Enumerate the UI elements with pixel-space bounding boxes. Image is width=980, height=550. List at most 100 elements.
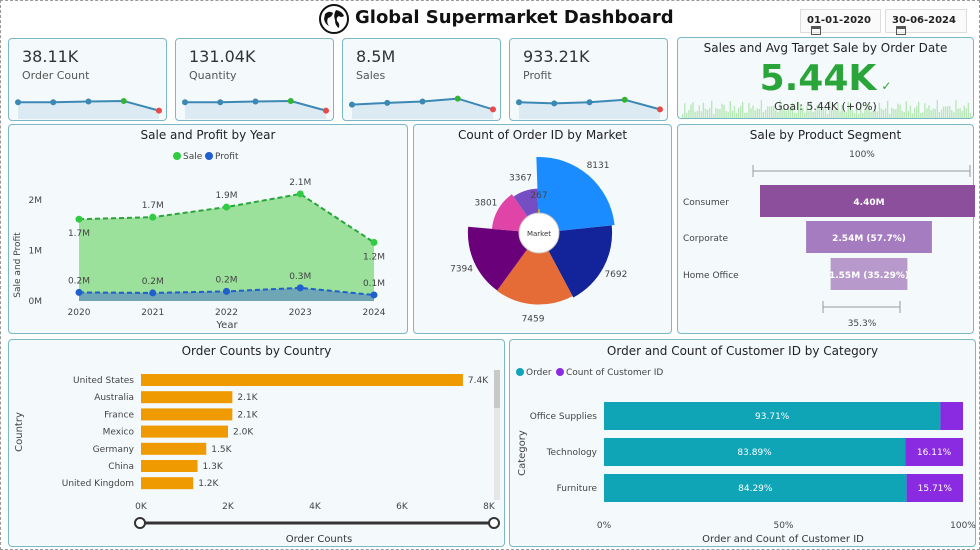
end-date-value: 30-06-2024	[892, 15, 956, 26]
profit-data-label: 0.3M	[289, 272, 311, 282]
sparkline-point	[516, 99, 522, 106]
target-bg-bar	[744, 112, 746, 118]
country-label: China	[108, 462, 134, 472]
sparkline	[15, 98, 162, 119]
target-bg-bar	[853, 113, 856, 118]
target-bg-bar	[713, 113, 715, 118]
category-stacked-bar-chart: Order Count of Customer ID Category Orde…	[516, 368, 976, 545]
country-label: France	[104, 410, 134, 420]
profit-data-label: 0.2M	[215, 275, 237, 285]
category-label: Office Supplies	[530, 412, 598, 422]
sparkline-point	[586, 99, 593, 106]
profit-data-label: 0.2M	[142, 277, 164, 287]
sparkline-point	[419, 98, 426, 105]
y-axis-title: Country	[14, 412, 25, 452]
y-axis-title: Category	[517, 430, 528, 476]
kpi-card-sales[interactable]: 8.5M Sales	[342, 38, 501, 121]
country-bar	[141, 477, 194, 490]
segment-bar-label: 1.55M (35.29%)	[829, 271, 909, 281]
sale-data-label: 1.9M	[215, 191, 237, 201]
country-value-label: 2.1K	[237, 410, 258, 420]
segment-chart-card[interactable]: Sale by Product Segment 100% 35.3% 4.40M…	[677, 124, 975, 334]
x-tick-label: 0%	[597, 521, 612, 531]
sale-data-label: 2.1M	[289, 178, 311, 188]
calendar-icon	[896, 26, 906, 35]
target-bg-bar	[795, 112, 798, 118]
legend-profit-label: Profit	[215, 152, 239, 162]
target-bg-bar	[804, 112, 806, 118]
globe-icon	[319, 4, 349, 34]
funnel-top-label: 100%	[849, 150, 875, 160]
target-kpi-card[interactable]: Sales and Avg Target Sale by Order Date …	[677, 37, 974, 119]
legend-order-marker	[516, 368, 524, 376]
kpi-card-profit[interactable]: 933.21K Profit	[509, 38, 668, 121]
category-chart-card[interactable]: Order and Count of Customer ID by Catego…	[509, 339, 976, 547]
x-tick-label: 2021	[141, 308, 164, 318]
market-slice-label: 267	[530, 191, 547, 201]
x-axis-title: Year	[215, 320, 238, 331]
target-bg-bar	[826, 113, 829, 118]
calendar-icon	[811, 26, 821, 35]
market-rose-chart: 8131 7692 7459 7394 3801 3367 267 Market	[450, 157, 627, 324]
country-value-label: 1.2K	[198, 479, 219, 489]
market-chart-card[interactable]: Count of Order ID by Market 8131 7692 7459…	[413, 124, 672, 334]
kpi-card-order-count[interactable]: 38.11K Order Count	[8, 38, 167, 121]
target-bg-bar	[911, 113, 914, 118]
sparkline-point	[490, 106, 496, 113]
country-chart-card[interactable]: Order Counts by Country Country Order Co…	[8, 339, 505, 547]
x-axis-title: Order Counts	[286, 534, 353, 545]
country-label: Australia	[94, 393, 134, 403]
legend-sale-label: Sale	[183, 152, 203, 162]
pie-center-label: Market	[527, 230, 551, 238]
end-date-picker[interactable]: 30-06-2024	[885, 9, 967, 35]
x-tick-label: 100%	[950, 521, 976, 531]
target-bg-bar	[889, 113, 891, 118]
country-bar	[141, 442, 207, 455]
start-date-value: 01-01-2020	[807, 15, 871, 26]
country-bar-chart: Country Order Counts United States 7.4K Au…	[14, 370, 500, 545]
sparkline-point	[551, 100, 558, 107]
sparkline	[516, 96, 663, 119]
market-slice-label: 7394	[450, 264, 473, 274]
order-bar-label: 84.29%	[738, 484, 773, 494]
x-tick-label: 2020	[68, 308, 91, 318]
sale-point	[370, 238, 378, 246]
scrollbar-thumb[interactable]	[494, 370, 500, 408]
profit-point	[75, 288, 83, 296]
kpi-card-quantity[interactable]: 131.04K Quantity	[175, 38, 334, 121]
zoom-slider-start-handle[interactable]	[134, 517, 146, 529]
segment-bar-label: 2.54M (57.7%)	[832, 234, 906, 244]
market-slice-label: 8131	[587, 161, 610, 171]
market-slice-label: 7692	[604, 270, 627, 280]
start-date-picker[interactable]: 01-01-2020	[800, 9, 881, 35]
market-slice-label: 7459	[522, 314, 545, 324]
segment-category-label: Corporate	[683, 234, 728, 244]
zoom-slider-end-handle[interactable]	[488, 517, 500, 529]
target-bg-bar	[953, 112, 955, 118]
target-bg-bar	[922, 112, 924, 118]
page-title: Global Supermarket Dashboard	[355, 7, 674, 28]
sale-point	[296, 190, 304, 198]
sale-data-label: 1.2M	[363, 252, 385, 262]
target-bg-bar	[777, 112, 779, 118]
target-bg-bar	[735, 113, 738, 118]
customer-bar-label: 15.71%	[918, 484, 953, 494]
market-slice-label: 3801	[475, 198, 498, 208]
legend-customer-label: Count of Customer ID	[566, 368, 663, 378]
profit-point	[149, 289, 157, 297]
order-bar-label: 93.71%	[755, 412, 790, 422]
x-tick-label: 8K	[483, 502, 496, 512]
sale-profit-chart-card[interactable]: Sale and Profit by Year Sale Profit Sale…	[8, 124, 408, 334]
x-tick-label: 2024	[363, 308, 386, 318]
sparkline-point	[657, 106, 663, 113]
profit-data-label: 0.1M	[363, 279, 385, 289]
segment-category-label: Consumer	[683, 198, 729, 208]
sparkline-point	[15, 99, 21, 106]
sparkline-point	[454, 95, 461, 102]
country-bar	[141, 460, 198, 472]
market-slice-label: 3367	[509, 174, 532, 184]
customer-bar-label: 16.11%	[917, 448, 952, 458]
y-tick-label: 0M	[29, 297, 43, 307]
x-tick-label: 6K	[396, 502, 409, 512]
check-icon: ✓	[881, 79, 892, 93]
